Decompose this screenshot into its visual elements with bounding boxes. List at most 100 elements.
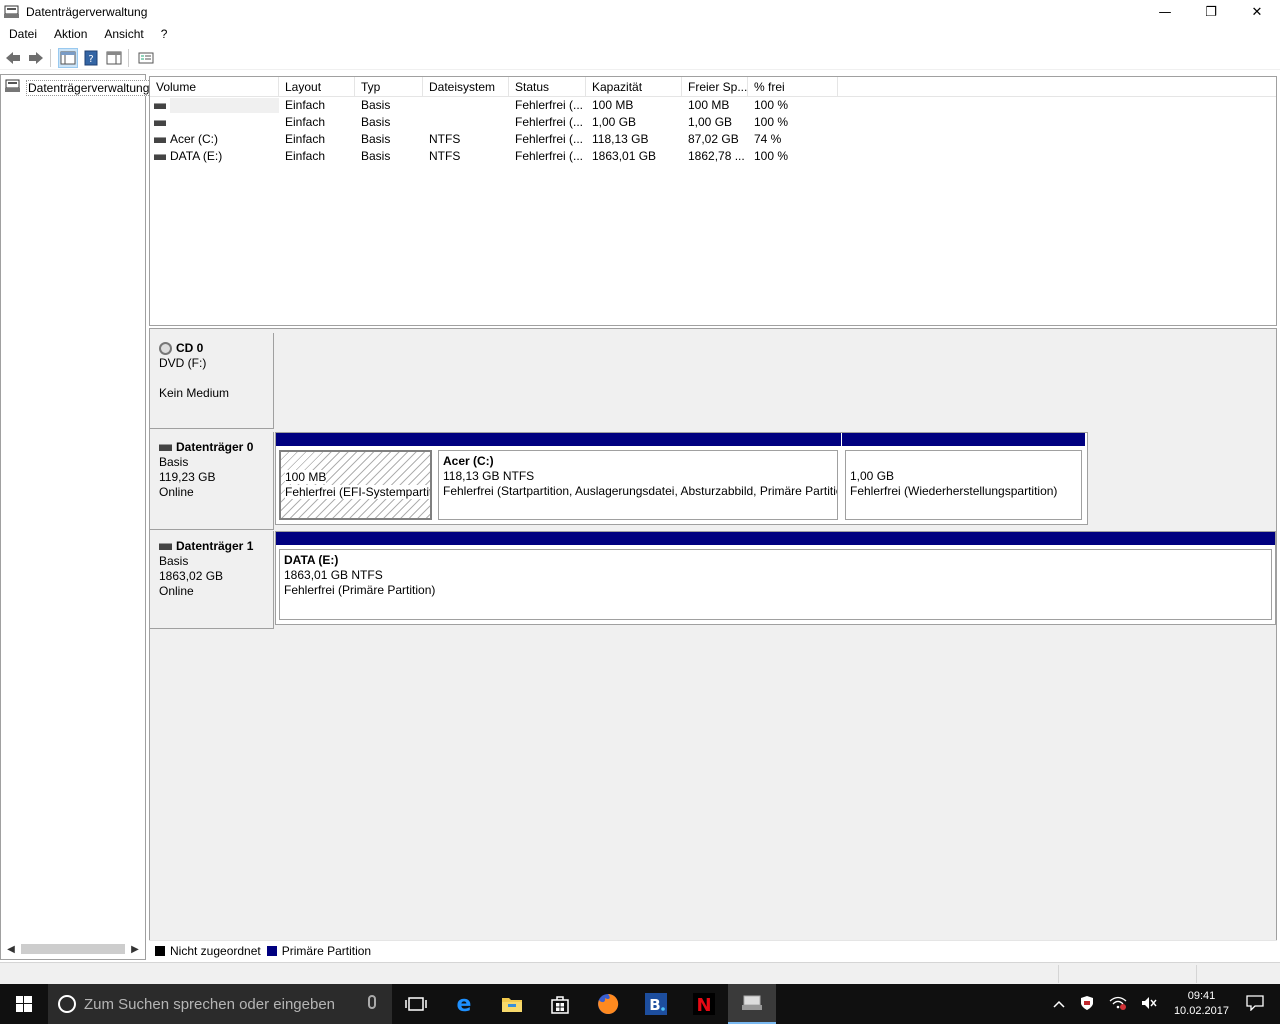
table-row[interactable]: DATA (E:) Einfach Basis NTFS Fehlerfrei … xyxy=(150,148,1276,165)
cell-prozent-frei: 74 % xyxy=(754,132,782,146)
start-button[interactable] xyxy=(0,984,48,1024)
minimize-button[interactable]: — xyxy=(1142,0,1188,24)
partition-status: Fehlerfrei (Wiederherstellungspartition) xyxy=(850,484,1058,498)
column-prozent-frei[interactable]: % frei xyxy=(748,77,838,96)
scroll-right-icon[interactable]: ▶ xyxy=(127,944,143,955)
table-row[interactable]: Einfach Basis Fehlerfrei (... 1,00 GB 1,… xyxy=(150,114,1276,131)
window-title: Datenträgerverwaltung xyxy=(26,5,148,19)
partition-data-e[interactable]: DATA (E:) 1863,01 GB NTFS Fehlerfrei (Pr… xyxy=(276,532,1275,624)
security-shield-icon[interactable] xyxy=(1072,995,1102,1014)
booking-icon[interactable]: B xyxy=(632,984,680,1024)
svg-text:B: B xyxy=(649,996,660,1014)
menu-datei[interactable]: Datei xyxy=(0,27,45,41)
svg-text:e: e xyxy=(457,993,472,1015)
title-bar: Datenträgerverwaltung — ❐ ✕ xyxy=(0,0,1280,24)
file-explorer-icon[interactable] xyxy=(488,984,536,1024)
cell-typ: Basis xyxy=(361,132,391,146)
cell-status: Fehlerfrei (... xyxy=(515,132,584,146)
volume-list-body: Einfach Basis Fehlerfrei (... 100 MB 100… xyxy=(150,97,1276,165)
help-icon[interactable]: ? xyxy=(81,48,101,68)
taskbar-search[interactable]: Zum Suchen sprechen oder eingeben xyxy=(48,984,392,1024)
forward-arrow-icon[interactable] xyxy=(26,48,46,68)
partition-type-bar xyxy=(276,433,435,446)
column-freier-speicher[interactable]: Freier Sp... xyxy=(682,77,748,96)
disk-management-icon xyxy=(4,5,20,19)
table-row[interactable]: Einfach Basis Fehlerfrei (... 100 MB 100… xyxy=(150,97,1276,114)
partition-type-bar xyxy=(435,433,841,446)
disk-management-icon xyxy=(5,79,21,96)
disk-label-cd0[interactable]: CD 0 DVD (F:) Kein Medium xyxy=(150,333,274,429)
column-dateisystem[interactable]: Dateisystem xyxy=(423,77,509,96)
volume-muted-icon[interactable] xyxy=(1134,996,1164,1013)
disk-state: Online xyxy=(159,584,194,598)
task-view-icon[interactable] xyxy=(392,984,440,1024)
column-status[interactable]: Status xyxy=(509,77,586,96)
disk-row-cd0: CD 0 DVD (F:) Kein Medium xyxy=(150,333,1276,429)
cell-prozent-frei: 100 % xyxy=(754,149,789,163)
partition-body: DATA (E:) 1863,01 GB NTFS Fehlerfrei (Pr… xyxy=(279,549,1272,620)
menu-aktion[interactable]: Aktion xyxy=(45,27,95,41)
partition-body: 100 MB Fehlerfrei (EFI-Systempartition) xyxy=(279,450,432,520)
partition-title: DATA (E:) xyxy=(284,553,339,567)
show-hidden-icons-icon[interactable] xyxy=(1046,997,1072,1011)
disk-name: Datenträger 1 xyxy=(176,539,254,553)
partition-body: Acer (C:) 118,13 GB NTFS Fehlerfrei (Sta… xyxy=(438,450,838,520)
cell-dateisystem: NTFS xyxy=(429,132,461,146)
column-volume[interactable]: Volume xyxy=(150,77,279,96)
clock[interactable]: 09:41 10.02.2017 xyxy=(1164,989,1239,1019)
disk-row-disk0: Datenträger 0 Basis 119,23 GB Online 100… xyxy=(150,432,1276,530)
scroll-left-icon[interactable]: ◀ xyxy=(3,944,19,955)
show-action-pane-icon[interactable] xyxy=(104,48,124,68)
legend-unallocated: Nicht zugeordnet xyxy=(155,944,261,958)
cell-status: Fehlerfrei (... xyxy=(515,98,584,112)
table-row[interactable]: Acer (C:) Einfach Basis NTFS Fehlerfrei … xyxy=(150,131,1276,148)
tree-horizontal-scrollbar[interactable]: ◀ ▶ xyxy=(3,941,143,957)
netflix-icon[interactable]: N xyxy=(680,984,728,1024)
cell-layout: Einfach xyxy=(285,98,326,112)
navigation-tree: Datenträgerverwaltung ◀ ▶ xyxy=(0,74,152,960)
cell-typ: Basis xyxy=(361,98,391,112)
disk-management-taskbar-icon[interactable] xyxy=(728,984,776,1024)
disk-size: 1863,02 GB xyxy=(159,569,224,583)
legend: Nicht zugeordnet Primäre Partition xyxy=(149,940,1277,960)
taskbar: Zum Suchen sprechen oder eingeben e B N xyxy=(0,984,1280,1024)
partition-recovery[interactable]: 1,00 GB Fehlerfrei (Wiederherstellungspa… xyxy=(842,433,1085,524)
action-center-icon[interactable] xyxy=(1239,994,1280,1014)
back-arrow-icon[interactable] xyxy=(3,48,23,68)
column-kapazitaet[interactable]: Kapazität xyxy=(586,77,682,96)
disk0-partitions: 100 MB Fehlerfrei (EFI-Systempartition) … xyxy=(275,432,1088,525)
volume-icon xyxy=(154,119,166,126)
disk-state: Online xyxy=(159,485,194,499)
column-typ[interactable]: Typ xyxy=(355,77,423,96)
tree-item-disk-management[interactable]: Datenträgerverwaltung xyxy=(5,79,152,96)
cell-layout: Einfach xyxy=(285,115,326,129)
store-icon[interactable] xyxy=(536,984,584,1024)
wifi-disconnected-icon[interactable] xyxy=(1102,995,1134,1014)
cell-dateisystem xyxy=(423,97,509,114)
partition-acer-c[interactable]: Acer (C:) 118,13 GB NTFS Fehlerfrei (Sta… xyxy=(435,433,841,524)
partition-status: Fehlerfrei (EFI-Systempartition) xyxy=(285,485,430,499)
toolbar-separator xyxy=(50,48,51,67)
menu-ansicht[interactable]: Ansicht xyxy=(95,27,151,41)
show-tree-icon[interactable] xyxy=(58,47,78,68)
microphone-icon[interactable] xyxy=(368,995,376,1009)
disk-label-disk0[interactable]: Datenträger 0 Basis 119,23 GB Online xyxy=(150,432,274,530)
cell-status: Fehlerfrei (... xyxy=(515,115,584,129)
partition-efi[interactable]: 100 MB Fehlerfrei (EFI-Systempartition) xyxy=(276,433,435,524)
menu-help[interactable]: ? xyxy=(152,27,176,41)
cell-layout: Einfach xyxy=(285,149,326,163)
scroll-thumb[interactable] xyxy=(21,944,125,954)
disk-label-disk1[interactable]: Datenträger 1 Basis 1863,02 GB Online xyxy=(150,531,274,629)
column-layout[interactable]: Layout xyxy=(279,77,355,96)
disk-name: Datenträger 0 xyxy=(176,440,254,454)
partition-size: 1,00 GB xyxy=(850,469,895,483)
properties-icon[interactable] xyxy=(136,48,156,68)
hard-disk-icon xyxy=(159,543,172,550)
system-tray: 09:41 10.02.2017 xyxy=(1046,984,1280,1024)
restore-button[interactable]: ❐ xyxy=(1188,0,1234,24)
firefox-icon[interactable] xyxy=(584,984,632,1024)
close-button[interactable]: ✕ xyxy=(1234,0,1280,24)
disk-row-disk1: Datenträger 1 Basis 1863,02 GB Online DA… xyxy=(150,531,1276,629)
cell-freier-speicher: 1862,78 ... xyxy=(688,149,745,163)
edge-icon[interactable]: e xyxy=(440,984,488,1024)
